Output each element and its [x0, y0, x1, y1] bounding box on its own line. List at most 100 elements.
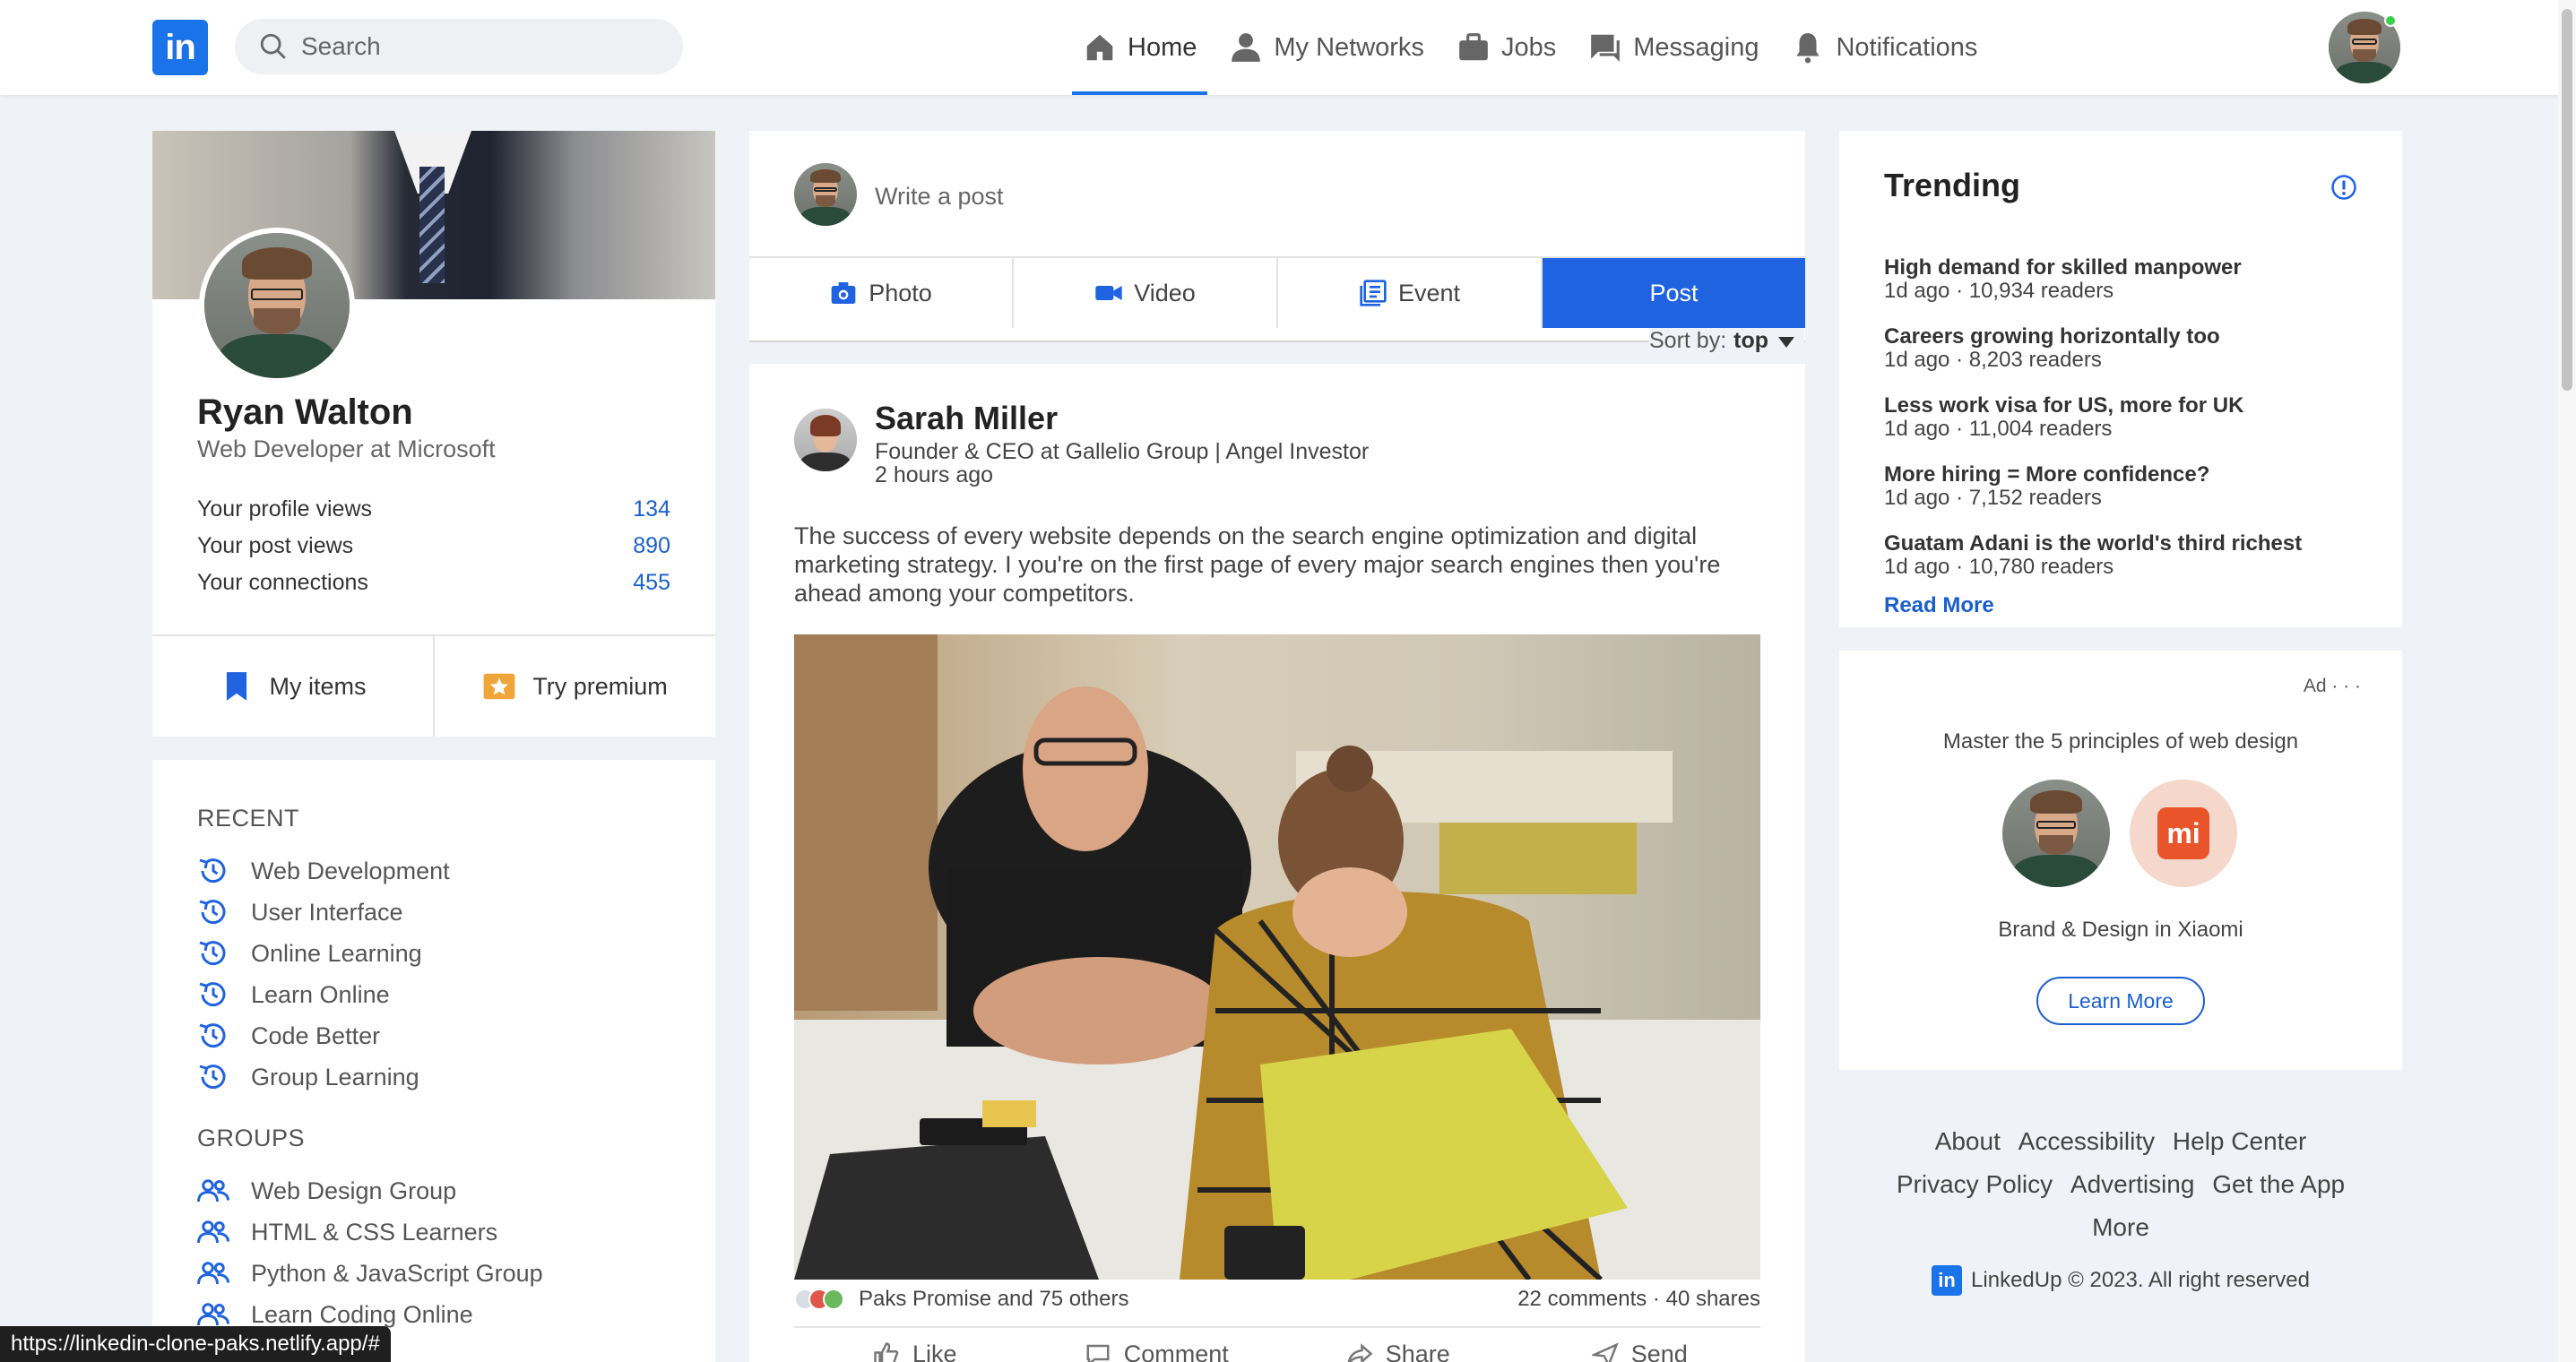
footer-link-about[interactable]: About [1935, 1127, 2001, 1155]
trending-item-title: More hiring = More confidence? [1884, 462, 2210, 487]
event-button[interactable]: Event [1278, 258, 1543, 328]
recent-item-label: User Interface [251, 898, 403, 926]
scrollbar-thumb[interactable] [2562, 9, 2572, 391]
nav-home[interactable]: Home [1072, 0, 1208, 95]
recent-item[interactable]: Learn Online [197, 974, 715, 1015]
share-button[interactable]: Share [1277, 1340, 1519, 1362]
nav-messaging[interactable]: Messaging [1578, 0, 1769, 95]
event-label: Event [1397, 279, 1461, 306]
trending-item[interactable]: Guatam Adani is the world's third riches… [1884, 532, 2302, 579]
trending-item[interactable]: Careers growing horizontally too 1d ago ·… [1884, 325, 2302, 372]
recent-item-label: Group Learning [251, 1063, 419, 1090]
group-item[interactable]: HTML & CSS Learners [197, 1211, 715, 1253]
post-button[interactable]: Post [1543, 258, 1805, 328]
stat-profile-views[interactable]: Your profile views 134 [197, 496, 670, 533]
bookmark-icon [226, 672, 246, 701]
nav-my-networks[interactable]: My Networks [1218, 0, 1435, 95]
stat-connections[interactable]: Your connections 455 [197, 570, 670, 607]
learn-more-button[interactable]: Learn More [2036, 977, 2205, 1025]
recent-groups-panel: RECENT Web Development User Interface Onli… [152, 760, 715, 1362]
composer-avatar [794, 163, 857, 226]
stat-post-views[interactable]: Your post views 890 [197, 533, 670, 570]
footer-link-privacy[interactable]: Privacy Policy [1897, 1170, 2053, 1198]
recent-item[interactable]: User Interface [197, 892, 715, 933]
profile-name[interactable]: Ryan Walton [197, 392, 413, 433]
nav-notifications[interactable]: Notifications [1780, 0, 1988, 95]
profile-photo[interactable] [199, 228, 355, 384]
profile-title: Web Developer at Microsoft [197, 435, 496, 462]
send-button[interactable]: Send [1519, 1340, 1761, 1362]
celebrate-reaction-icon [823, 1289, 844, 1310]
linkedup-mini-logo: in [1932, 1265, 1963, 1296]
feed-divider [749, 340, 1805, 342]
footer-link-advertising[interactable]: Advertising [2070, 1170, 2195, 1198]
premium-star-icon [483, 673, 515, 700]
read-more-link[interactable]: Read More [1884, 593, 1994, 618]
group-icon [197, 1262, 229, 1285]
recent-item[interactable]: Web Development [197, 850, 715, 892]
group-item[interactable]: Python & JavaScript Group [197, 1253, 715, 1294]
post-time: 2 hours ago [875, 462, 994, 487]
history-icon [199, 941, 226, 966]
ad-label[interactable]: Ad · · · [2304, 676, 2361, 697]
event-icon [1360, 280, 1387, 306]
send-icon [1591, 1341, 1619, 1362]
post-actions: Like Comment Share Send [794, 1340, 1760, 1362]
briefcase-icon [1459, 33, 1488, 61]
nav-jobs[interactable]: Jobs [1446, 0, 1567, 95]
trending-item[interactable]: High demand for skilled manpower 1d ago ·… [1884, 256, 2302, 303]
trending-item-meta: 1d ago · 10,934 readers [1884, 279, 2114, 303]
composer-actions: Photo Video Event Post [749, 256, 1805, 328]
recent-item[interactable]: Code Better [197, 1015, 715, 1056]
footer-link-get-app[interactable]: Get the App [2212, 1170, 2345, 1198]
write-post-input[interactable]: Write a post [875, 183, 1004, 211]
comment-button[interactable]: Comment [1036, 1340, 1278, 1362]
post-image[interactable] [794, 634, 1760, 1280]
info-icon[interactable] [2330, 174, 2357, 201]
send-label: Send [1630, 1340, 1688, 1362]
group-item[interactable]: Web Design Group [197, 1170, 715, 1211]
search-input[interactable] [301, 32, 660, 61]
nav-notifications-label: Notifications [1836, 32, 1978, 62]
sort-value: top [1733, 328, 1769, 353]
trending-title: Trending [1884, 167, 2020, 203]
online-status-indicator [2384, 14, 2397, 27]
footer-link-accessibility[interactable]: Accessibility [2018, 1127, 2155, 1155]
comment-icon [1086, 1344, 1110, 1362]
trending-item-title: High demand for skilled manpower [1884, 255, 2242, 280]
like-button[interactable]: Like [794, 1340, 1036, 1362]
page-scrollbar[interactable] [2558, 0, 2576, 1362]
recent-item-label: Web Development [251, 857, 450, 884]
stat-label: Your connections [197, 570, 368, 595]
recent-item[interactable]: Group Learning [197, 1056, 715, 1098]
trending-item[interactable]: Less work visa for US, more for UK 1d ago… [1884, 394, 2302, 441]
my-items-button[interactable]: My items [152, 636, 433, 737]
recent-item-label: Online Learning [251, 939, 422, 967]
xiaomi-logo-glyph: mi [2157, 807, 2209, 859]
comments-shares-count[interactable]: 22 comments · 40 shares [1517, 1287, 1760, 1312]
post-author-name[interactable]: Sarah Miller [875, 400, 1058, 437]
reactions-label: Paks Promise and 75 others [859, 1287, 1129, 1311]
reactions-summary[interactable]: Paks Promise and 75 others [794, 1287, 1129, 1312]
camera-icon [831, 282, 856, 304]
trending-item[interactable]: More hiring = More confidence? 1d ago · 7… [1884, 463, 2302, 510]
trending-list: High demand for skilled manpower 1d ago ·… [1884, 256, 2302, 601]
nav-messaging-label: Messaging [1633, 32, 1759, 62]
try-premium-button[interactable]: Try premium [433, 636, 715, 737]
sort-dropdown[interactable]: Sort by: top [1649, 328, 1805, 354]
footer-link-help-center[interactable]: Help Center [2173, 1127, 2306, 1155]
xiaomi-logo: mi [2130, 780, 2237, 887]
trending-item-title: Guatam Adani is the world's third riches… [1884, 531, 2303, 556]
bell-icon [1796, 33, 1820, 64]
post-author-avatar[interactable] [794, 409, 857, 471]
recent-item[interactable]: Online Learning [197, 933, 715, 974]
video-button[interactable]: Video [1014, 258, 1278, 328]
search-bar[interactable] [235, 19, 683, 74]
photo-button[interactable]: Photo [749, 258, 1014, 328]
home-icon [1086, 34, 1113, 61]
linkedup-logo[interactable]: in [152, 20, 208, 75]
group-icon [197, 1220, 229, 1244]
copyright-text: LinkedUp © 2023. All right reserved [1971, 1268, 2310, 1292]
footer-link-more[interactable]: More [2092, 1213, 2149, 1241]
post-meta: Paks Promise and 75 others 22 comments ·… [794, 1287, 1760, 1312]
